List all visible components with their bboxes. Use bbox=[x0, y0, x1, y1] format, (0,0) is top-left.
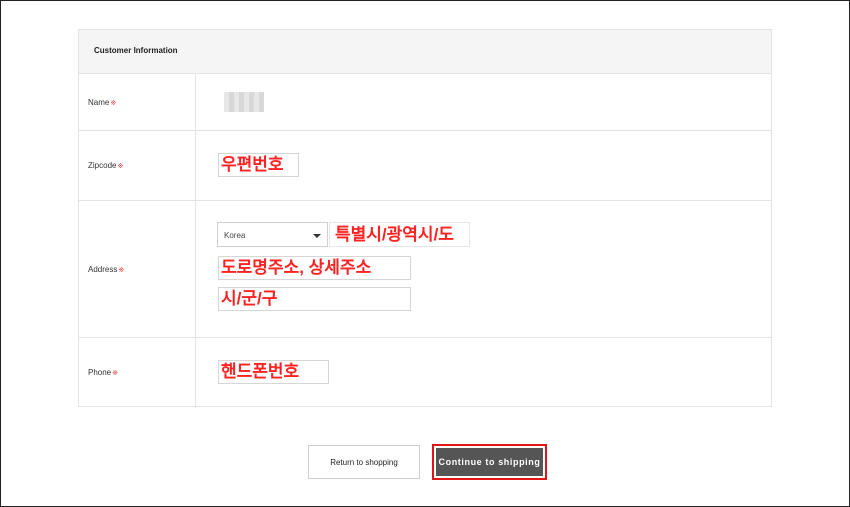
zipcode-label-cell: Zipcode※ bbox=[79, 131, 196, 200]
section-title: Customer Information bbox=[94, 46, 178, 55]
address-label: Address※ bbox=[88, 265, 125, 274]
required-mark: ※ bbox=[112, 370, 119, 377]
required-mark: ※ bbox=[118, 267, 125, 274]
chevron-down-icon bbox=[313, 234, 321, 238]
address-label-cell: Address※ bbox=[79, 201, 196, 337]
continue-button-highlight: Continue to shipping bbox=[432, 444, 547, 480]
phone-label-cell: Phone※ bbox=[79, 338, 196, 408]
return-to-shopping-button[interactable]: Return to shopping bbox=[308, 445, 420, 479]
required-mark: ※ bbox=[110, 100, 117, 107]
street-address-annotation: 도로명주소, 상세주소 bbox=[221, 258, 372, 277]
city-annotation: 시/군/구 bbox=[221, 289, 278, 308]
name-label: Name※ bbox=[88, 98, 117, 107]
section-header: Customer Information bbox=[79, 30, 771, 74]
required-mark: ※ bbox=[117, 163, 124, 170]
zipcode-label: Zipcode※ bbox=[88, 161, 124, 170]
name-value-blurred bbox=[224, 92, 264, 112]
name-row: Name※ bbox=[79, 74, 771, 131]
phone-annotation: 핸드폰번호 bbox=[221, 362, 300, 381]
country-select[interactable]: Korea bbox=[217, 222, 328, 247]
region-annotation: 특별시/광역시/도 bbox=[335, 225, 454, 244]
address-row: Address※ Korea 특별시/광역시/도 도로명주소, 상세주소 시/군… bbox=[79, 201, 771, 338]
name-label-cell: Name※ bbox=[79, 74, 196, 130]
phone-row: Phone※ 핸드폰번호 bbox=[79, 338, 771, 408]
page-frame: Customer Information Name※ Zipcode※ 우편번호… bbox=[0, 0, 850, 507]
country-select-value: Korea bbox=[224, 231, 246, 240]
customer-information-form: Customer Information Name※ Zipcode※ 우편번호… bbox=[78, 29, 772, 408]
zipcode-annotation: 우편번호 bbox=[221, 155, 284, 174]
zipcode-row: Zipcode※ 우편번호 bbox=[79, 131, 771, 201]
phone-label: Phone※ bbox=[88, 368, 119, 377]
continue-to-shipping-button[interactable]: Continue to shipping bbox=[436, 448, 543, 476]
